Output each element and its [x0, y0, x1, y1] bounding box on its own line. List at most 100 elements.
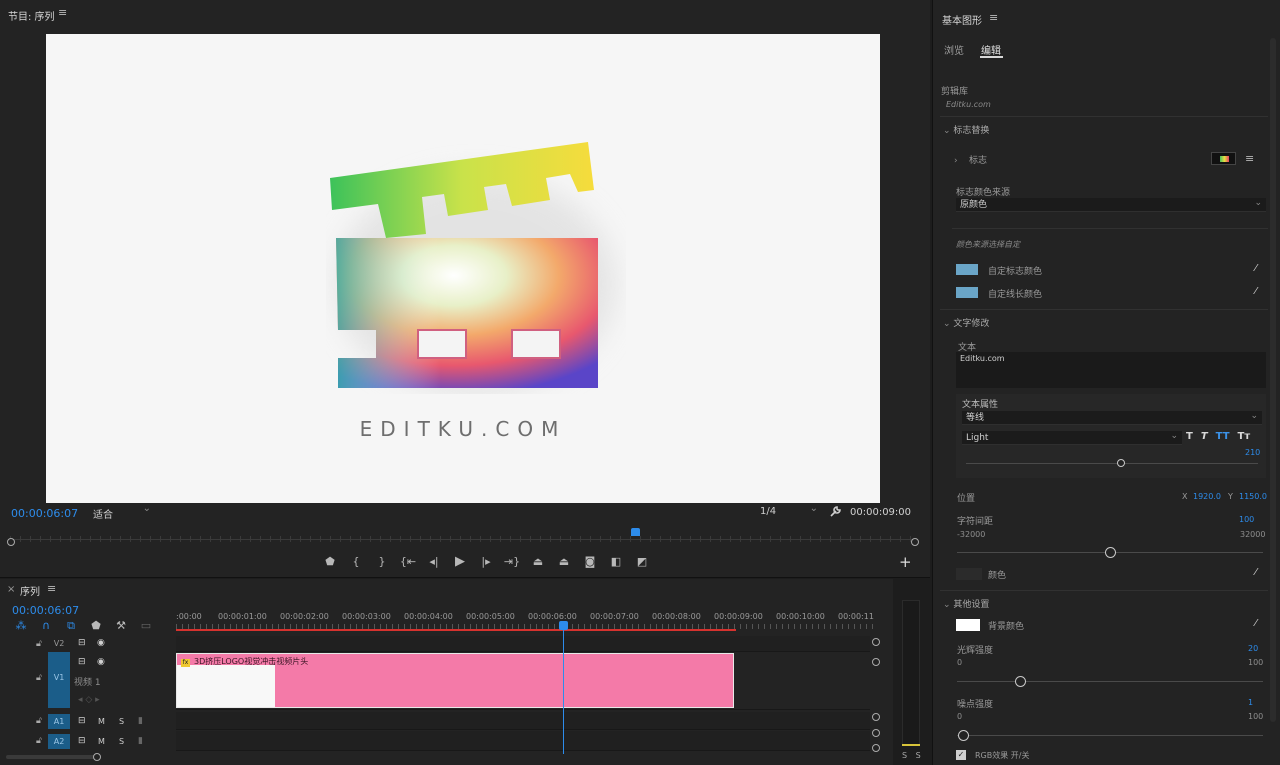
noise-value[interactable]: 1: [1248, 698, 1253, 707]
close-icon[interactable]: ×: [7, 584, 15, 595]
linked-selection-icon[interactable]: ⧉: [62, 619, 80, 632]
small-caps-button[interactable]: Tт: [1238, 431, 1251, 442]
wrench-settings-icon[interactable]: ⚒: [112, 619, 130, 632]
lift-icon[interactable]: ⏏: [525, 553, 551, 569]
background-color-swatch[interactable]: [956, 619, 980, 631]
font-family-dropdown[interactable]: 等线: [962, 409, 1262, 425]
tracking-slider-handle[interactable]: [1105, 547, 1116, 558]
lock-icon[interactable]: 🔓︎: [36, 673, 42, 683]
lock-icon[interactable]: 🔓︎: [36, 736, 42, 746]
lock-icon[interactable]: 🔓︎: [36, 716, 42, 726]
playback-resolution-dropdown[interactable]: 1/4: [760, 503, 818, 519]
font-size-slider-handle[interactable]: [1117, 459, 1125, 467]
font-style-dropdown[interactable]: Light: [962, 429, 1182, 445]
captions-icon[interactable]: ▭: [137, 619, 155, 632]
scrub-start-handle[interactable]: [7, 538, 15, 546]
audio-scroll-top-handle[interactable]: [872, 713, 880, 721]
eyedropper-icon[interactable]: ⁄: [1255, 567, 1257, 578]
time-ruler[interactable]: :00:00 00:00:01:00 00:00:02:00 00:00:03:…: [176, 609, 876, 631]
audio-scroll-handle[interactable]: [872, 729, 880, 737]
glow-slider[interactable]: [957, 681, 1263, 682]
tab-edit[interactable]: 编辑: [981, 42, 1001, 57]
vertical-scroll-handle[interactable]: [872, 658, 880, 666]
go-to-out-icon[interactable]: ⇥}: [499, 553, 525, 569]
mute-button[interactable]: M: [98, 717, 105, 726]
marker-icon[interactable]: ⬟: [317, 553, 343, 569]
font-size-value[interactable]: 210: [1245, 448, 1260, 457]
compare-icon[interactable]: ◧: [603, 553, 629, 569]
glow-value[interactable]: 20: [1248, 644, 1258, 653]
horizontal-scroll-handle[interactable]: [93, 753, 101, 761]
panel-menu-icon[interactable]: ≡: [58, 6, 67, 19]
logo-thumbnail[interactable]: [1211, 152, 1236, 165]
all-caps-button[interactable]: TT: [1216, 431, 1230, 442]
nest-icon[interactable]: ⁂: [12, 619, 30, 632]
track-lane-a2[interactable]: [176, 731, 870, 751]
eye-icon[interactable]: ◉: [97, 638, 105, 648]
add-marker-icon[interactable]: ⬟: [87, 619, 105, 632]
solo-button[interactable]: S: [119, 737, 124, 746]
snap-magnet-icon[interactable]: ∩: [37, 619, 55, 632]
section-other-settings[interactable]: 其他设置: [943, 597, 989, 610]
track-lane-v2[interactable]: [176, 636, 870, 652]
position-x-value[interactable]: 1920.0: [1193, 492, 1221, 501]
timeline-playhead-line[interactable]: [563, 630, 564, 754]
track-target-a2[interactable]: A2: [48, 734, 70, 749]
tab-browse[interactable]: 浏览: [944, 42, 964, 57]
keyframe-prev-icon[interactable]: ◂ ◇ ▸: [78, 695, 100, 705]
button-editor-add-button[interactable]: +: [899, 553, 912, 571]
text-color-swatch[interactable]: [956, 568, 982, 580]
program-viewer[interactable]: EDITKU.COM: [46, 34, 880, 503]
track-target-a1[interactable]: A1: [48, 714, 70, 729]
custom-logo-color-swatch[interactable]: [956, 264, 978, 275]
comparison-view-icon[interactable]: ◩: [629, 553, 655, 569]
film-toggle-icon[interactable]: ⊟: [78, 716, 86, 726]
play-icon[interactable]: ▶: [447, 553, 473, 569]
program-monitor-title[interactable]: 节目: 序列: [8, 8, 55, 23]
rgb-effect-checkbox[interactable]: ✓: [956, 750, 966, 760]
step-back-icon[interactable]: ◂|: [421, 553, 447, 569]
eyedropper-icon[interactable]: ⁄: [1255, 286, 1257, 297]
track-target-v2[interactable]: V2: [48, 636, 70, 651]
mark-in-icon[interactable]: {: [343, 553, 369, 569]
logo-row[interactable]: › 标志: [954, 153, 987, 166]
playhead-marker[interactable]: [631, 528, 640, 536]
meter-solo-buttons[interactable]: S S: [902, 751, 924, 760]
track-lane-a1[interactable]: [176, 712, 870, 730]
glow-slider-handle[interactable]: [1015, 676, 1026, 687]
noise-slider-handle[interactable]: [958, 730, 969, 741]
film-toggle-icon[interactable]: ⊟: [78, 657, 86, 667]
solo-button[interactable]: S: [119, 717, 124, 726]
track-target-v1[interactable]: V1: [48, 652, 70, 708]
program-scrub-bar[interactable]: [10, 535, 915, 543]
custom-line-color-swatch[interactable]: [956, 287, 978, 298]
lock-icon[interactable]: 🔓︎: [36, 639, 42, 649]
essential-graphics-title[interactable]: 基本图形: [942, 12, 982, 27]
audio-scroll-end-handle[interactable]: [872, 744, 880, 752]
vertical-scroll-top-handle[interactable]: [872, 638, 880, 646]
logo-menu-icon[interactable]: ≡: [1245, 152, 1254, 165]
work-area-bar[interactable]: [176, 629, 736, 631]
playhead-timecode[interactable]: 00:00:06:07: [11, 507, 78, 520]
bold-button[interactable]: T: [1186, 431, 1193, 442]
film-toggle-icon[interactable]: ⊟: [78, 736, 86, 746]
panel-scrollbar[interactable]: [1270, 38, 1276, 722]
film-toggle-icon[interactable]: ⊟: [78, 638, 86, 648]
scrub-end-handle[interactable]: [911, 538, 919, 546]
italic-button[interactable]: T: [1201, 431, 1208, 442]
horizontal-scrollbar[interactable]: [6, 755, 100, 759]
mark-out-icon[interactable]: }: [369, 553, 395, 569]
eye-icon[interactable]: ◉: [97, 657, 105, 667]
section-logo-replace[interactable]: 标志替换: [943, 123, 989, 136]
microphone-icon[interactable]: ▮: [138, 716, 143, 726]
microphone-icon[interactable]: ▮: [138, 736, 143, 746]
eyedropper-icon[interactable]: ⁄: [1255, 618, 1257, 629]
wrench-settings-icon[interactable]: [828, 504, 842, 518]
text-input[interactable]: Editku.com: [956, 352, 1266, 388]
video-clip[interactable]: fx 3D挤压LOGO视觉冲击视频片头: [176, 653, 734, 708]
zoom-fit-dropdown[interactable]: 适合: [93, 503, 151, 521]
position-y-value[interactable]: 1150.0: [1239, 492, 1267, 501]
timeline-timecode[interactable]: 00:00:06:07: [12, 604, 79, 617]
eyedropper-icon[interactable]: ⁄: [1255, 263, 1257, 274]
logo-color-source-dropdown[interactable]: 原颜色: [956, 196, 1266, 212]
